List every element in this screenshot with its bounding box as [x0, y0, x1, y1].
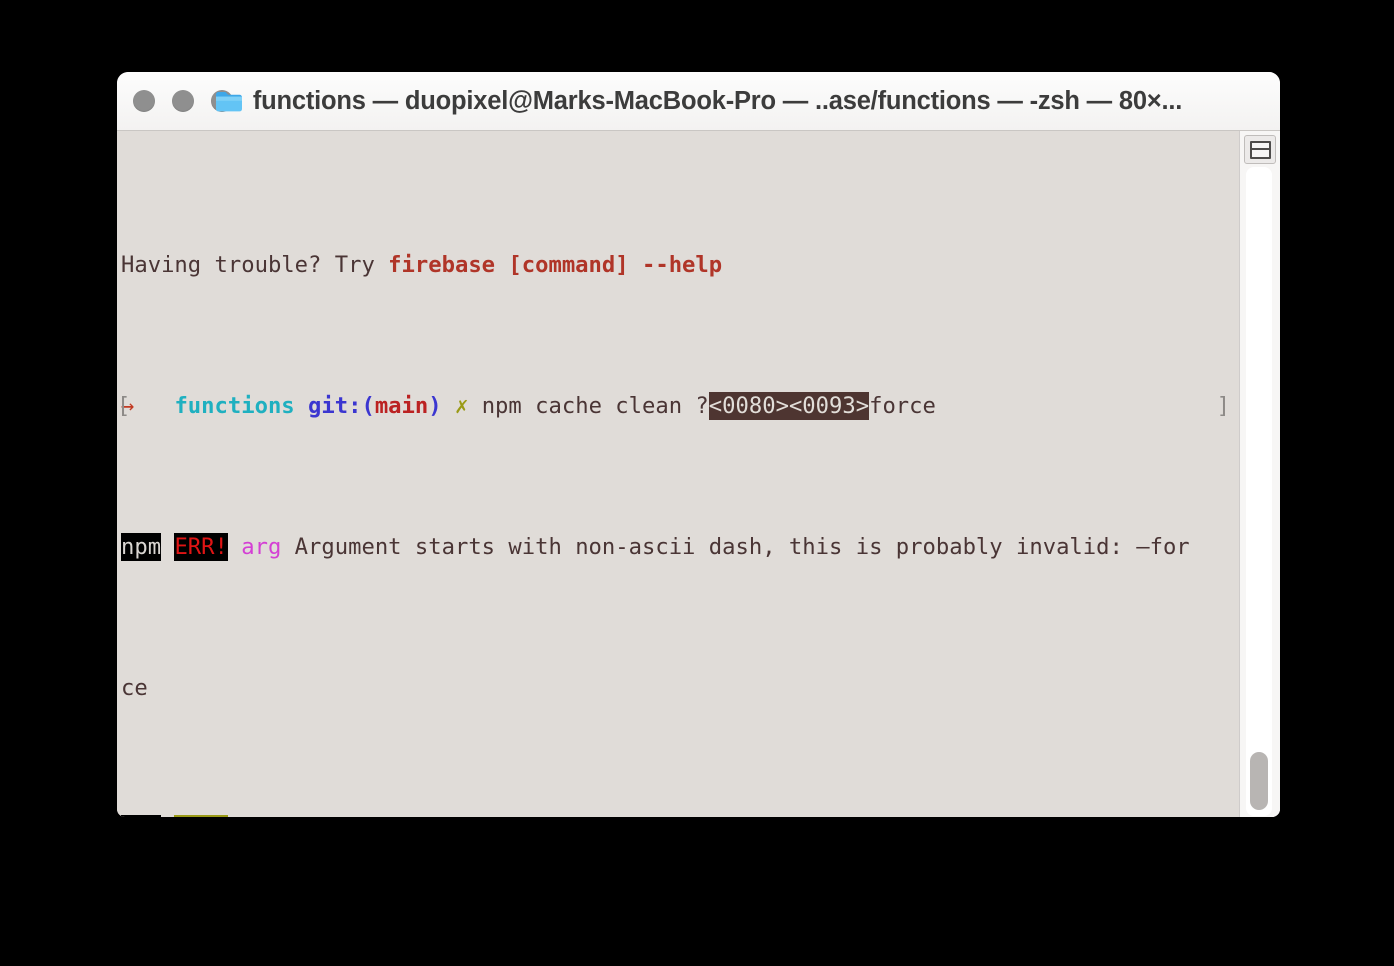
command-text-1-tail: force: [869, 392, 936, 419]
warn-notfound-text: Not Found: —force: [241, 816, 468, 817]
err-arg-wrap-text: ce: [121, 674, 148, 701]
err-badge: ERR!: [174, 532, 228, 561]
terminal-line-help: Having trouble? Try firebase [command] -…: [117, 251, 1239, 279]
prompt-paren-close: ): [428, 392, 442, 419]
prompt-paren-open: (: [361, 392, 375, 419]
split-pane-icon: [1249, 140, 1271, 159]
window-title-bar[interactable]: functions — duopixel@Marks-MacBook-Pro —…: [117, 72, 1280, 131]
terminal-output[interactable]: Having trouble? Try firebase [command] -…: [117, 131, 1239, 817]
command-text-1: npm cache clean ?: [481, 392, 709, 419]
prompt-bracket-right: ]: [1216, 392, 1230, 419]
help-bold-text: firebase [command] --help: [388, 251, 723, 278]
desktop-background: functions — duopixel@Marks-MacBook-Pro —…: [0, 0, 1394, 966]
window-controls: [133, 90, 233, 112]
window-title-group: functions — duopixel@Marks-MacBook-Pro —…: [117, 87, 1280, 116]
prompt-git-label: git:: [308, 392, 362, 419]
help-plain-text: Having trouble? Try: [121, 251, 389, 278]
terminal-line-err-arg-wrap: ce: [117, 674, 1239, 702]
err-arg-text: Argument starts with non-ascii dash, thi…: [281, 533, 1190, 560]
zoom-button[interactable]: [211, 90, 233, 112]
split-pane-button[interactable]: [1244, 135, 1276, 164]
terminal-window: functions — duopixel@Marks-MacBook-Pro —…: [117, 72, 1280, 817]
prompt-dir: functions: [174, 392, 295, 419]
vertical-scrollbar-thumb[interactable]: [1250, 752, 1268, 810]
window-title: functions — duopixel@Marks-MacBook-Pro —…: [252, 86, 1183, 115]
close-button[interactable]: [133, 90, 155, 112]
terminal-line-err-arg: npm ERR! arg Argument starts with non-as…: [117, 532, 1239, 561]
prompt-bracket-left: [: [117, 392, 131, 419]
prompt-dirty-mark: ✗: [454, 392, 469, 419]
npm-badge: npm: [121, 814, 162, 817]
warn-badge: WARN: [174, 814, 228, 817]
terminal-line-prompt-1: [→ functions git:(main) ✗ npm cache clea…: [117, 391, 1239, 420]
terminal-body: Having trouble? Try firebase [command] -…: [117, 131, 1280, 817]
err-arg-tag: arg: [241, 533, 282, 560]
npm-badge: npm: [121, 532, 162, 561]
selected-escape-codes: <0080><0093>: [708, 391, 870, 420]
terminal-line-warn-notfound: npm WARN Not Found: —force: [117, 814, 1239, 817]
minimize-button[interactable]: [172, 90, 194, 112]
terminal-right-rail: [1239, 131, 1280, 817]
vertical-scrollbar-track[interactable]: [1246, 167, 1272, 816]
prompt-branch: main: [374, 392, 429, 419]
